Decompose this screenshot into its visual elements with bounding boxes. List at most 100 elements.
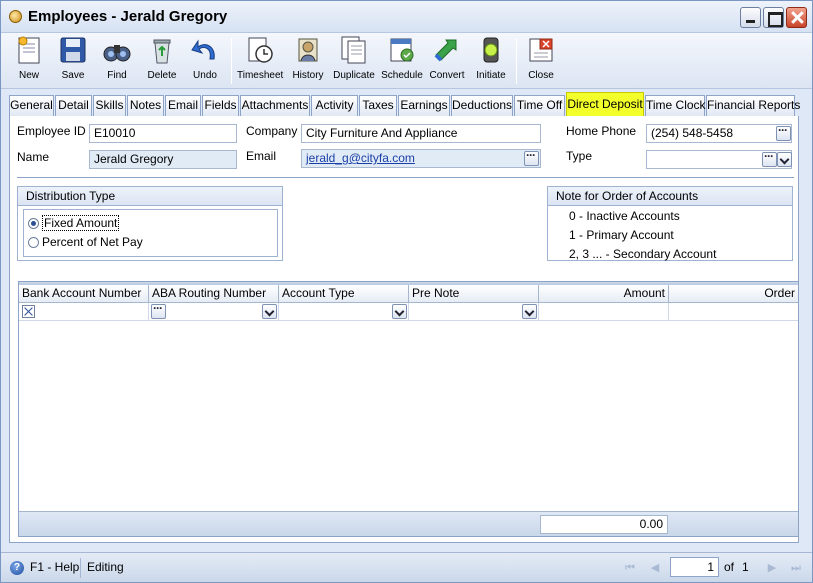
radio-percent-dot[interactable] (28, 237, 39, 248)
tab-direct-deposit[interactable]: Direct Deposit (566, 92, 644, 116)
employee-id-label: Employee ID (17, 124, 86, 138)
order-cell[interactable] (669, 303, 798, 321)
radio-percent-of-net-pay[interactable]: Percent of Net Pay (28, 235, 143, 251)
schedule-calendar-icon (390, 38, 414, 62)
bank-account-cell[interactable] (19, 303, 149, 321)
note-line: 0 - Inactive Accounts (569, 209, 680, 223)
close-button[interactable]: Close (523, 35, 559, 87)
home-phone-field[interactable]: (254) 548-5458 (646, 124, 792, 143)
email-label: Email (246, 149, 277, 163)
account-type-cell[interactable] (279, 303, 409, 321)
convert-button[interactable]: Convert (428, 35, 466, 87)
col-pre-note[interactable]: Pre Note (409, 285, 539, 303)
toolbar-separator (231, 38, 232, 84)
last-page-icon[interactable]: ⏭ (789, 561, 803, 575)
type-lookup-button[interactable] (762, 149, 777, 167)
tab-skills[interactable]: Skills (93, 95, 126, 116)
tab-earnings[interactable]: Earnings (398, 95, 450, 116)
type-dropdown-button[interactable] (777, 152, 792, 167)
employee-id-field[interactable]: E10010 (89, 124, 237, 143)
name-field: Jerald Gregory (89, 150, 237, 169)
title-bar[interactable]: Employees - Jerald Gregory (1, 1, 812, 33)
undo-button[interactable]: Undo (187, 35, 223, 87)
email-lookup-button[interactable] (524, 148, 539, 166)
tab-general[interactable]: General (9, 95, 54, 116)
routing-dropdown-button[interactable] (262, 304, 277, 319)
help-hint[interactable]: F1 - Help (30, 560, 79, 574)
account-order-note-group: Note for Order of Accounts 0 - Inactive … (547, 186, 793, 261)
help-icon[interactable]: ? (10, 561, 24, 575)
new-button[interactable]: New (11, 35, 47, 87)
recycle-bin-icon (153, 39, 171, 64)
tab-detail[interactable]: Detail (55, 95, 92, 116)
schedule-button[interactable]: Schedule (381, 35, 423, 87)
tab-time-off[interactable]: Time Off (514, 95, 565, 116)
new-document-icon (18, 36, 40, 64)
previous-page-icon[interactable]: ◀ (648, 561, 662, 575)
maximize-button[interactable] (763, 7, 784, 28)
radio-fixed-amount[interactable]: Fixed Amount (28, 215, 120, 232)
tab-taxes[interactable]: Taxes (359, 95, 397, 116)
amount-cell[interactable] (539, 303, 669, 321)
save-button[interactable]: Save (55, 35, 91, 87)
minimize-button[interactable] (740, 7, 761, 28)
binoculars-icon (103, 45, 131, 62)
email-field[interactable]: jerald_g@cityfa.com (301, 149, 541, 168)
tab-notes[interactable]: Notes (127, 95, 164, 116)
company-label: Company (246, 124, 298, 138)
tab-deductions[interactable]: Deductions (451, 95, 513, 116)
tab-attachments[interactable]: Attachments (240, 95, 310, 116)
toolbar-separator (516, 38, 517, 84)
history-button[interactable]: History (290, 35, 326, 87)
col-amount[interactable]: Amount (539, 285, 669, 303)
pre-note-cell[interactable] (409, 303, 539, 321)
mode-indicator: Editing (87, 560, 124, 574)
company-field[interactable]: City Furniture And Appliance (301, 124, 541, 143)
page-count: 1 (742, 560, 749, 574)
page-of-label: of (724, 560, 735, 574)
initiate-button[interactable]: Initiate (473, 35, 509, 87)
tab-fields[interactable]: Fields (202, 95, 239, 116)
aba-routing-cell[interactable] (149, 301, 279, 321)
radio-fixed-amount-dot[interactable] (28, 218, 39, 229)
tab-email[interactable]: Email (165, 95, 201, 116)
timesheet-button[interactable]: Timesheet (237, 35, 283, 87)
tab-time-clock[interactable]: Time Clock (645, 95, 706, 116)
undo-arrow-icon (191, 39, 215, 60)
tab-activity[interactable]: Activity (311, 95, 358, 116)
delete-row-icon[interactable] (22, 305, 35, 318)
name-label: Name (17, 150, 50, 164)
initiate-light-icon (483, 37, 499, 63)
next-page-icon[interactable]: ▶ (765, 561, 779, 575)
history-icon (298, 38, 318, 62)
save-disk-icon (60, 37, 86, 63)
col-order[interactable]: Order (669, 285, 798, 303)
note-title: Note for Order of Accounts (548, 187, 792, 206)
status-separator (80, 558, 81, 578)
account-type-dropdown-button[interactable] (392, 304, 407, 319)
col-aba-routing-number[interactable]: ABA Routing Number (149, 285, 279, 303)
tab-financial-reports[interactable]: Financial Reports (706, 95, 800, 116)
bank-accounts-grid: Bank Account Number ABA Routing Number A… (18, 281, 799, 537)
distribution-type-group: Distribution Type Fixed Amount Percent o… (17, 186, 283, 261)
first-page-icon[interactable]: ⏮ (623, 561, 637, 575)
find-button[interactable]: Find (99, 35, 135, 87)
form-divider (17, 177, 794, 178)
table-row[interactable] (19, 301, 798, 321)
note-line: 1 - Primary Account (569, 228, 674, 242)
delete-button[interactable]: Delete (143, 35, 181, 87)
duplicate-button[interactable]: Duplicate (332, 35, 376, 87)
routing-lookup-button[interactable] (151, 301, 166, 319)
distribution-type-title: Distribution Type (18, 187, 282, 206)
home-phone-lookup-button[interactable] (776, 123, 791, 141)
col-bank-account-number[interactable]: Bank Account Number (19, 285, 149, 303)
pre-note-dropdown-button[interactable] (522, 304, 537, 319)
page-number-input[interactable]: 1 (670, 557, 719, 577)
duplicate-pages-icon (341, 36, 366, 64)
col-account-type[interactable]: Account Type (279, 285, 409, 303)
amount-total: 0.00 (540, 515, 668, 534)
app-icon (9, 10, 22, 23)
close-window-button[interactable] (786, 7, 807, 28)
status-bar: ? F1 - Help Editing ⏮ ◀ 1 of 1 ▶ ⏭ (1, 552, 812, 582)
close-document-icon (529, 38, 553, 62)
